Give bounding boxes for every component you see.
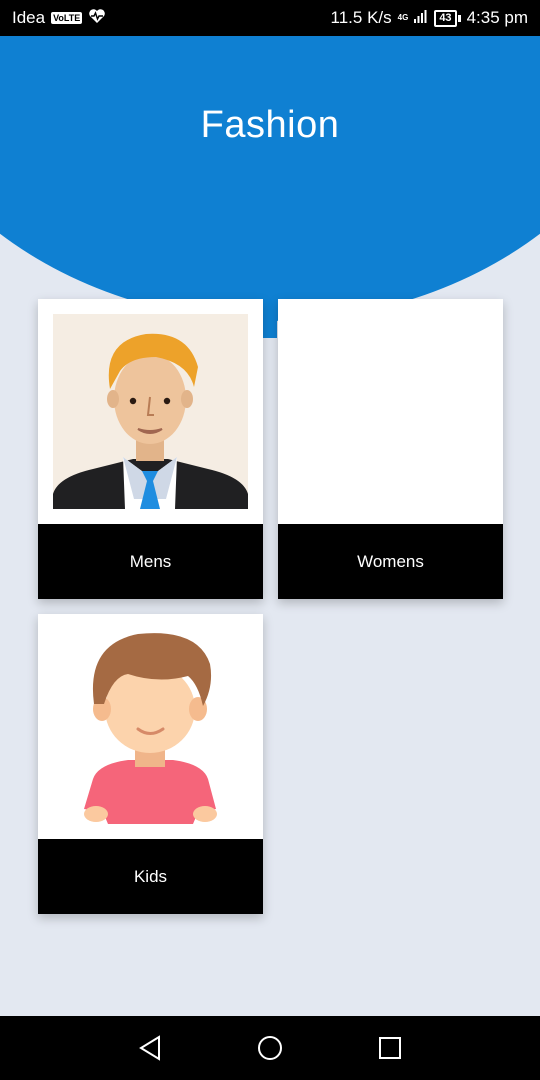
back-triangle-icon [139,1035,160,1061]
clock: 4:35 pm [466,8,528,27]
home-button[interactable] [251,1029,289,1067]
category-card-mens[interactable]: Mens [38,299,263,599]
heart-pulse-icon [88,8,106,29]
back-button[interactable] [131,1029,169,1067]
signal-icon [414,8,428,28]
category-label: Kids [38,839,263,914]
recents-square-icon [379,1037,401,1059]
network-type: 4G [397,13,409,22]
category-label: Womens [278,524,503,599]
carrier-name: Idea [12,8,46,27]
volte-badge: VoLTE [51,12,83,24]
category-card-kids[interactable]: Kids [38,614,263,914]
recents-button[interactable] [371,1029,409,1067]
womens-image-placeholder [278,299,503,524]
page-title: Fashion [200,104,340,146]
battery-icon: 43 [434,9,461,27]
header: Fashion [0,36,540,338]
battery-level: 43 [434,9,457,27]
category-label: Mens [38,524,263,599]
category-card-womens[interactable]: Womens [278,299,503,599]
network-speed: 11.5 K/s [330,8,392,27]
home-circle-icon [258,1036,282,1060]
status-bar: Idea VoLTE 11.5 K/s 4G 43 4:35 pm [0,0,540,36]
kids-avatar [38,614,263,839]
navigation-bar [0,1016,540,1080]
mens-avatar [38,299,263,524]
